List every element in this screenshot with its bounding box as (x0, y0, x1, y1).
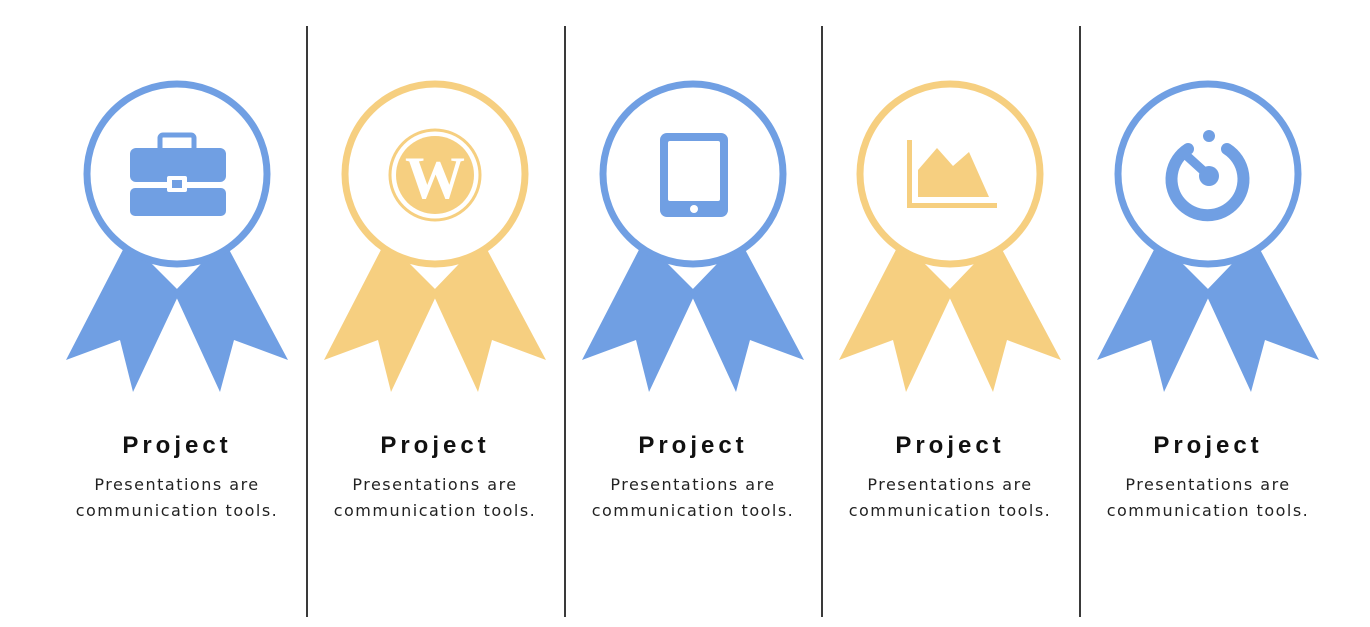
award-ribbon-badge: W (306, 80, 564, 392)
award-item: Project Presentations are communication … (821, 80, 1079, 540)
award-item: W Project Presentations are communicatio… (306, 80, 564, 540)
award-title: Project (380, 432, 490, 459)
award-item: Project Presentations are communication … (1079, 80, 1337, 540)
award-title: Project (1153, 432, 1263, 459)
award-ribbon-badge (1079, 80, 1337, 392)
award-title: Project (122, 432, 232, 459)
award-description: Presentations are communication tools. (75, 475, 279, 520)
award-title: Project (638, 432, 748, 459)
award-item: Project Presentations are communication … (48, 80, 306, 540)
award-description: Presentations are communication tools. (1106, 475, 1310, 520)
award-title: Project (895, 432, 1005, 459)
award-ribbon-badge (48, 80, 306, 392)
tablet-icon (660, 133, 728, 217)
award-item: Project Presentations are communication … (564, 80, 822, 540)
wordpress-icon: W (388, 128, 482, 222)
svg-text:W: W (405, 145, 465, 211)
award-ribbon-badge (821, 80, 1079, 392)
award-description: Presentations are communication tools. (333, 475, 537, 520)
award-ribbon-badge (564, 80, 822, 392)
award-description: Presentations are communication tools. (591, 475, 795, 520)
award-description: Presentations are communication tools. (848, 475, 1052, 520)
